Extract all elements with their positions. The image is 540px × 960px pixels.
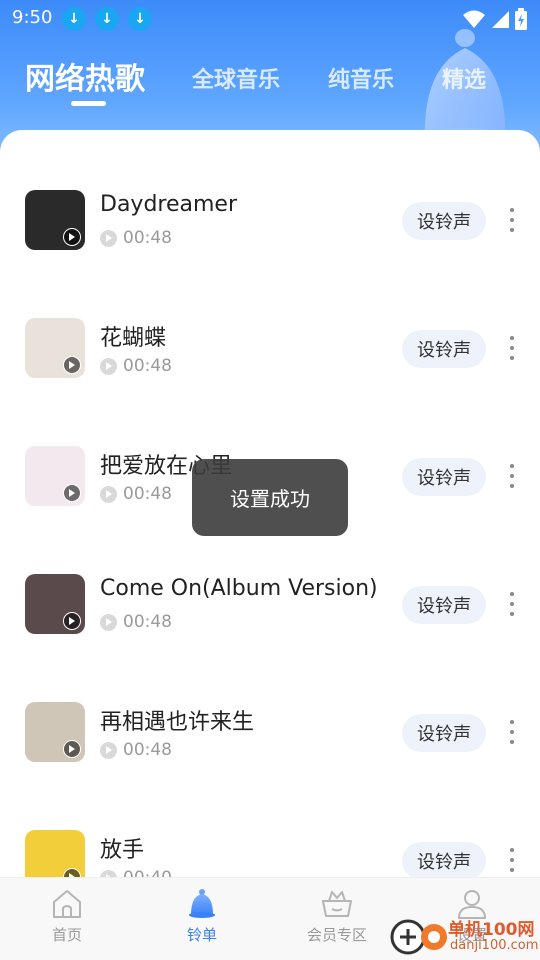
album-cover[interactable] [25, 190, 85, 250]
duration-text: 00:48 [123, 356, 172, 376]
more-options-icon[interactable] [502, 720, 522, 744]
set-ringtone-button[interactable]: 设铃声 [402, 714, 486, 752]
song-row[interactable]: 放手 00:40 设铃声 [0, 830, 540, 878]
download-icon: ↓ [62, 7, 86, 31]
play-icon[interactable] [63, 484, 81, 502]
nav-ringtone-list[interactable]: 铃单 [152, 888, 252, 958]
song-title: 放手 [100, 838, 145, 863]
play-icon[interactable] [63, 612, 81, 630]
play-icon[interactable] [63, 740, 81, 758]
watermark-title: 单机100网 [448, 920, 535, 940]
home-icon [53, 890, 81, 918]
play-small-icon [100, 485, 117, 503]
more-options-icon[interactable] [502, 208, 522, 232]
song-duration: 00:48 [100, 612, 172, 632]
set-ringtone-button[interactable]: 设铃声 [402, 842, 486, 878]
duration-text: 00:48 [123, 740, 172, 760]
song-duration: 00:48 [100, 228, 172, 248]
song-duration: 00:48 [100, 356, 172, 376]
set-ringtone-button[interactable]: 设铃声 [402, 202, 486, 240]
set-ringtone-button[interactable]: 设铃声 [402, 330, 486, 368]
album-cover[interactable] [25, 830, 85, 878]
bell-icon [189, 889, 215, 918]
tab-pure-music[interactable]: 纯音乐 [328, 62, 394, 94]
more-options-icon[interactable] [502, 592, 522, 616]
duration-text: 00:48 [123, 228, 172, 248]
play-small-icon [100, 229, 117, 247]
song-title: Daydreamer [100, 192, 237, 217]
crown-icon [322, 891, 352, 917]
album-cover[interactable] [25, 702, 85, 762]
play-icon[interactable] [63, 356, 81, 374]
status-time: 9:50 [12, 7, 53, 28]
duration-text: 00:48 [123, 612, 172, 632]
nav-home[interactable]: 首页 [17, 888, 117, 958]
play-icon[interactable] [63, 228, 81, 246]
duration-text: 00:48 [123, 484, 172, 504]
more-options-icon[interactable] [502, 848, 522, 872]
song-row[interactable]: 再相遇也许来生 00:48 设铃声 [0, 702, 540, 830]
song-title: 再相遇也许来生 [100, 710, 255, 735]
download-icon: ↓ [95, 7, 119, 31]
nav-vip-zone[interactable]: 会员专区 [287, 888, 387, 958]
watermark: 单机100网 danji100.com [388, 912, 538, 958]
song-title: 花蝴蝶 [100, 326, 167, 351]
watermark-logo-icon [390, 919, 447, 955]
song-row[interactable]: 花蝴蝶 00:48 设铃声 [0, 318, 540, 446]
signal-icon [492, 11, 509, 28]
play-small-icon [100, 741, 117, 759]
status-bar: 9:50 ↓ ↓ ↓ [0, 0, 540, 36]
play-small-icon [100, 613, 117, 631]
set-ringtone-button[interactable]: 设铃声 [402, 458, 486, 496]
nav-label: 会员专区 [306, 926, 367, 944]
tab-featured[interactable]: 精选 [442, 62, 486, 94]
more-options-icon[interactable] [502, 336, 522, 360]
play-small-icon [100, 357, 117, 375]
album-cover[interactable] [25, 446, 85, 506]
download-icon: ↓ [128, 7, 152, 31]
active-tab-indicator [71, 101, 106, 106]
album-cover[interactable] [25, 574, 85, 634]
tab-hot-songs[interactable]: 网络热歌 [25, 54, 145, 98]
nav-label: 铃单 [186, 926, 217, 944]
more-options-icon[interactable] [502, 464, 522, 488]
song-row[interactable]: Come On(Album Version) 00:48 设铃声 [0, 574, 540, 702]
set-ringtone-button[interactable]: 设铃声 [402, 586, 486, 624]
toast-message: 设置成功 [192, 459, 348, 536]
song-title: Come On(Album Version) [100, 576, 378, 601]
battery-icon [515, 8, 527, 30]
song-row[interactable]: Daydreamer 00:48 设铃声 [0, 190, 540, 318]
tab-global-music[interactable]: 全球音乐 [192, 62, 280, 94]
nav-label: 首页 [51, 926, 82, 944]
song-duration: 00:48 [100, 484, 172, 504]
song-duration: 00:48 [100, 740, 172, 760]
watermark-url: danji100.com [450, 938, 539, 953]
album-cover[interactable] [25, 318, 85, 378]
wifi-icon [463, 10, 485, 28]
